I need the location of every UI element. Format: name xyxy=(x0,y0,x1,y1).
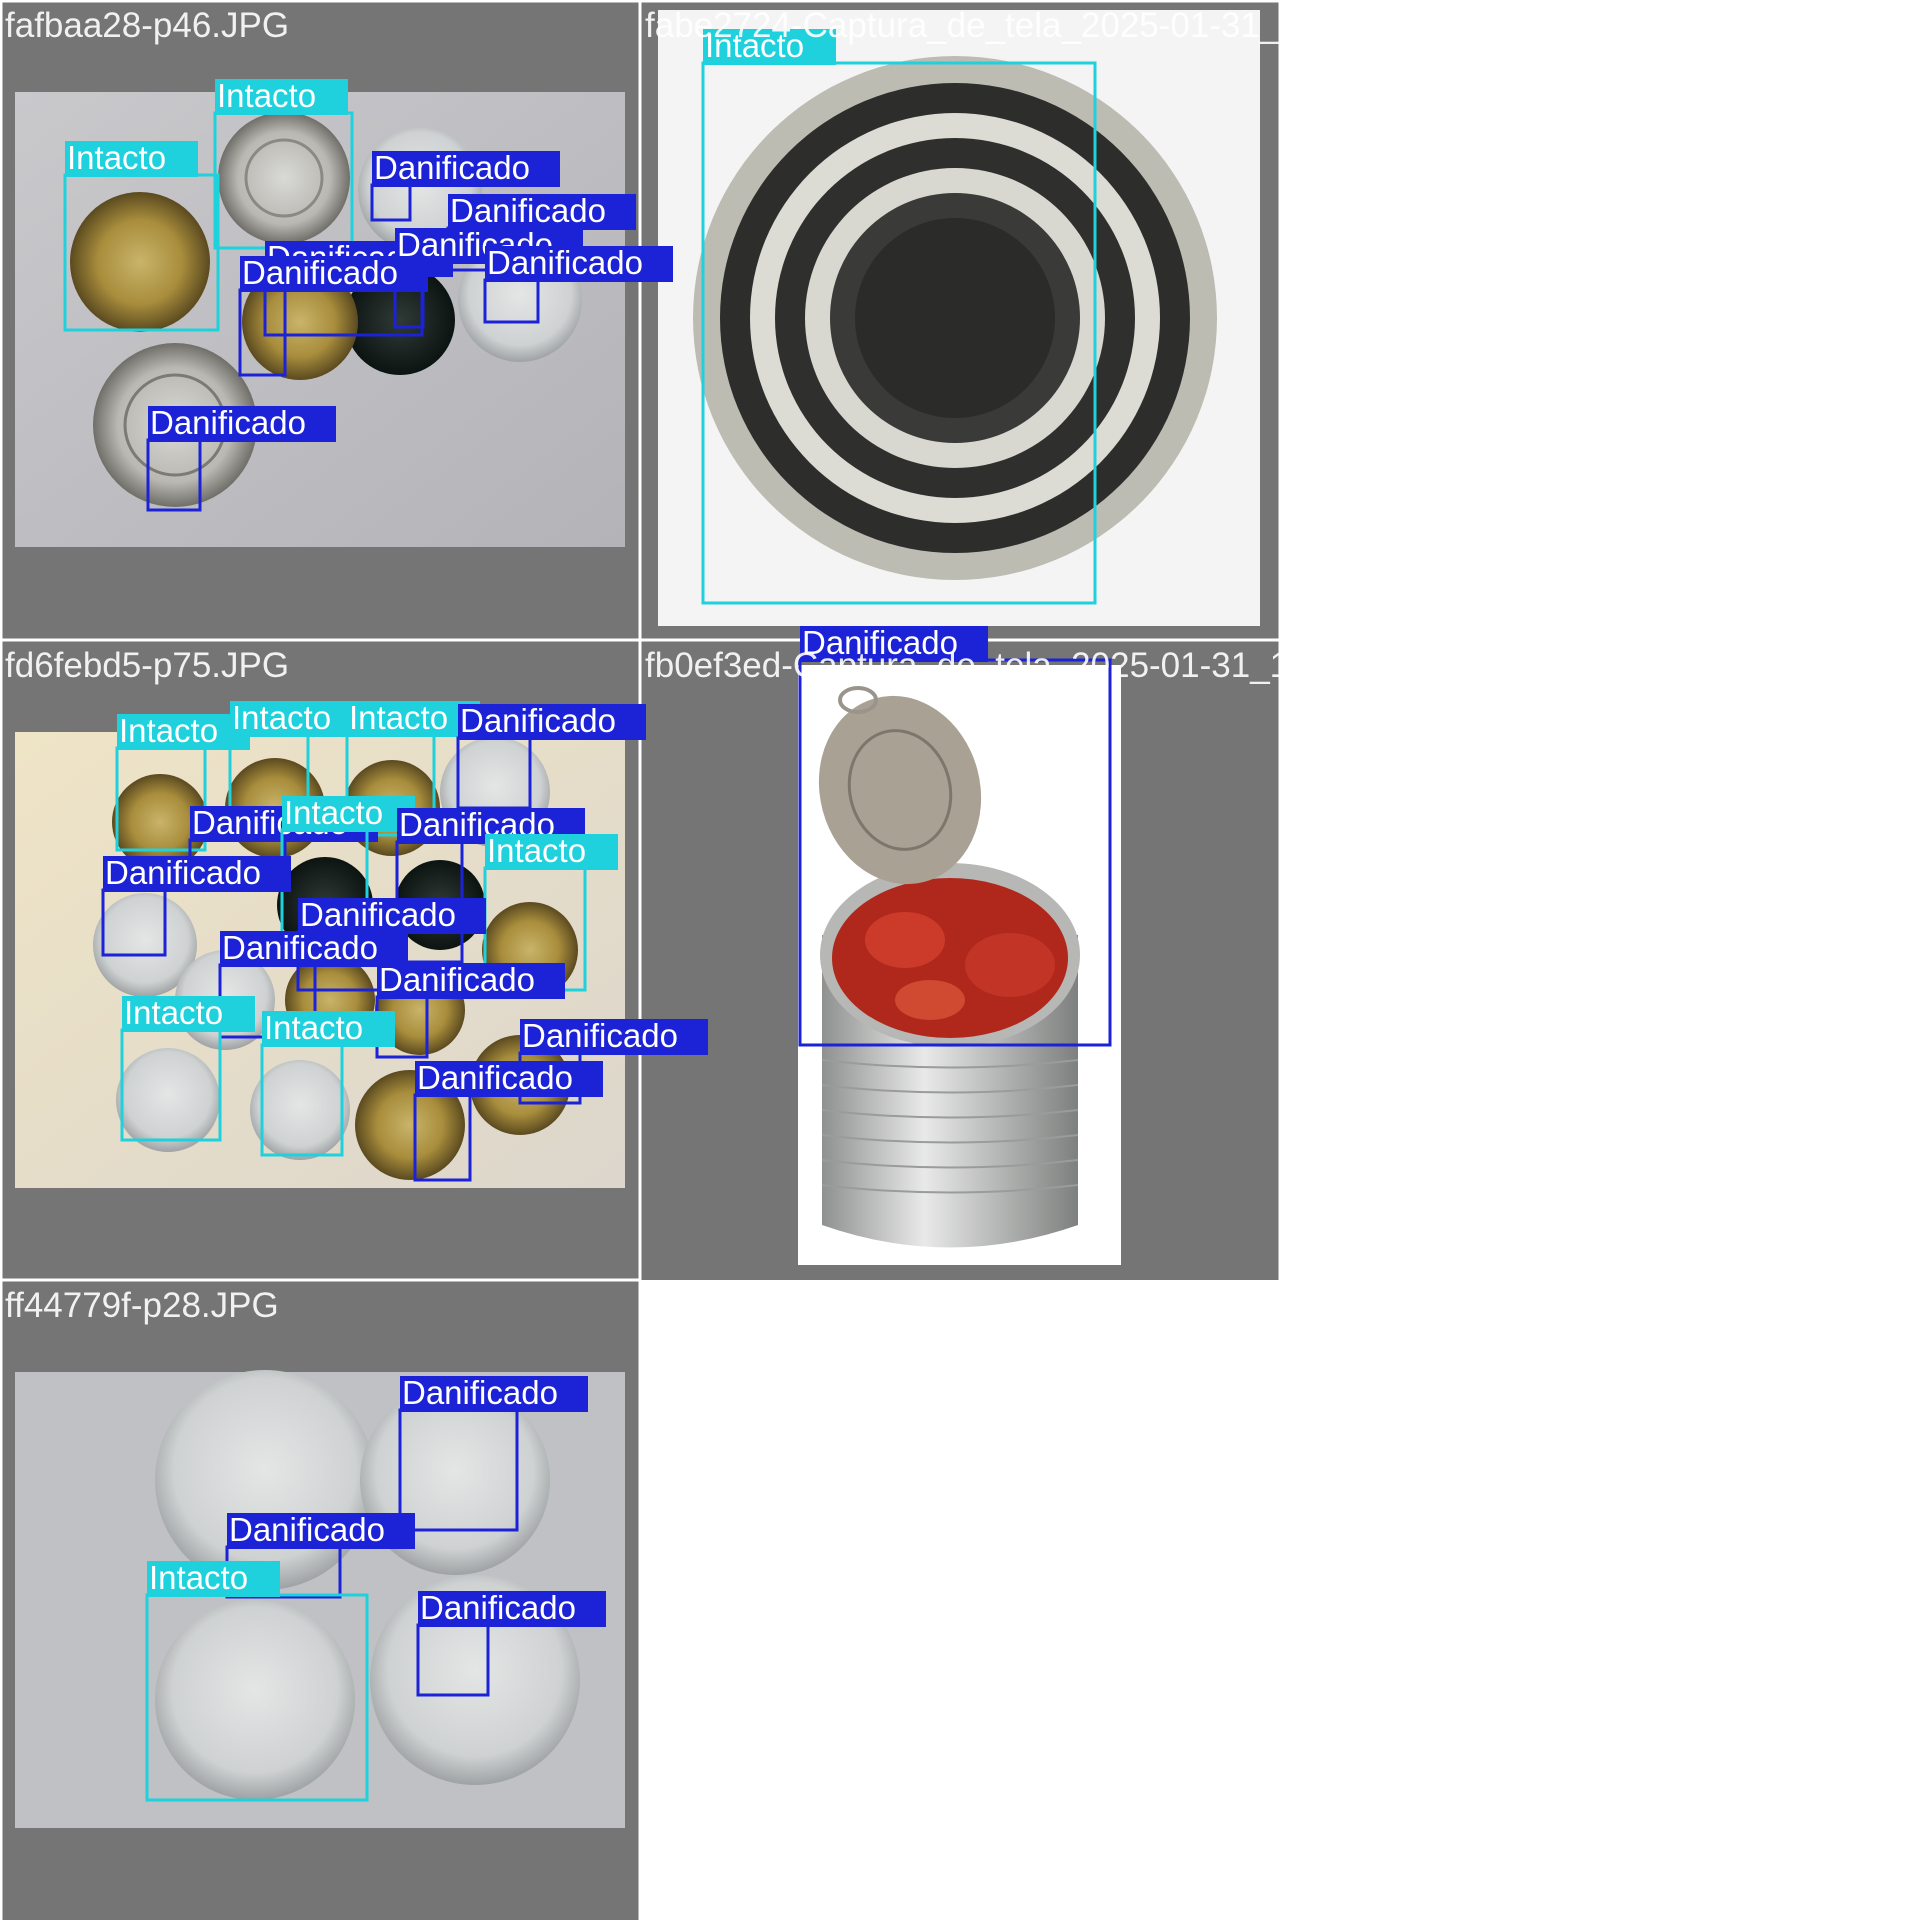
detection-label: Danificado xyxy=(450,192,606,229)
tile-filename: fafbaa28-p46.JPG xyxy=(5,6,289,45)
detection-label: Intacto xyxy=(124,994,223,1031)
gold-lid xyxy=(70,192,210,332)
detection-label: Intacto xyxy=(217,77,316,114)
tile-filename: fb0ef3ed-Captura_de_tela_2025-01-31_1017 xyxy=(645,646,1348,685)
detection-label: Intacto xyxy=(67,139,166,176)
tile-filename: fabe2724-Captura_de_tela_2025-01-31_0946 xyxy=(645,6,1357,45)
detection-label: Danificado xyxy=(460,702,616,739)
tile-filename: fd6febd5-p75.JPG xyxy=(5,646,289,685)
detection-label: Intacto xyxy=(487,832,586,869)
detection-label: Danificado xyxy=(150,404,306,441)
gold-lid xyxy=(218,112,350,244)
detection-label: Intacto xyxy=(119,712,218,749)
detection-label: Danificado xyxy=(487,244,643,281)
detection-label: Danificado xyxy=(522,1017,678,1054)
detection-label: Danificado xyxy=(420,1589,576,1626)
detection-label: Danificado xyxy=(300,896,456,933)
detection-label: Intacto xyxy=(349,699,448,736)
detection-label: Danificado xyxy=(222,929,378,966)
tile-2-photo xyxy=(658,10,1260,626)
white-lid xyxy=(155,1370,375,1590)
detection-label: Danificado xyxy=(374,149,530,186)
detection-mosaic: IntactoIntactoDanificadoDanificadoDanifi… xyxy=(0,0,1357,1920)
tile-filename: ff44779f-p28.JPG xyxy=(5,1286,279,1325)
white-lid xyxy=(250,1060,350,1160)
detection-label: Danificado xyxy=(417,1059,573,1096)
detection-label: Intacto xyxy=(284,794,383,831)
detection-label: Danificado xyxy=(242,254,398,291)
detection-label: Intacto xyxy=(264,1009,363,1046)
detection-label: Danificado xyxy=(105,854,261,891)
detection-label: Danificado xyxy=(379,961,535,998)
detection-label: Intacto xyxy=(149,1559,248,1596)
detection-label: Danificado xyxy=(229,1511,385,1548)
detection-label: Danificado xyxy=(402,1374,558,1411)
detection-label: Intacto xyxy=(232,699,331,736)
white-lid xyxy=(116,1048,220,1152)
tile-4-photo xyxy=(798,665,1121,1265)
white-lid xyxy=(155,1600,355,1800)
